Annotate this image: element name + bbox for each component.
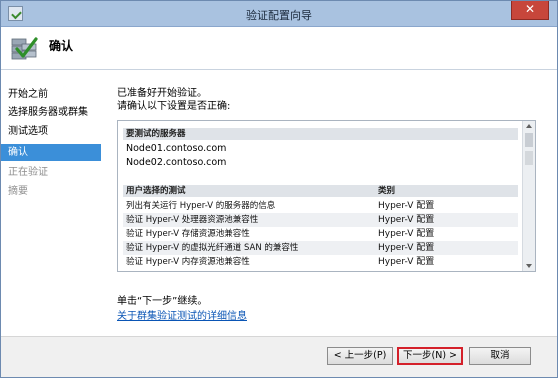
test-category: Hyper-V 配置 <box>378 215 435 225</box>
nav-step-select-servers[interactable]: 选择服务器或群集 <box>1 104 101 121</box>
test-name: 列出有关运行 Hyper-V 的服务器的信息 <box>126 201 276 211</box>
test-name: 验证 Hyper-V 的虚拟光纤通道 SAN 的兼容性 <box>126 243 299 253</box>
test-category: Hyper-V 配置 <box>378 229 435 239</box>
nav-step-summary: 摘要 <box>8 186 28 197</box>
nav-step-testing-options[interactable]: 测试选项 <box>1 123 101 140</box>
scroll-track-segment <box>525 151 533 165</box>
test-category: Hyper-V 配置 <box>378 243 435 253</box>
title-bar: 验证配置向导 ✕ <box>1 1 557 27</box>
page-title: 确认 <box>49 39 74 53</box>
settings-listbox[interactable]: 要测试的服务器 Node01.contoso.com Node02.contos… <box>117 120 536 272</box>
test-category: Hyper-V 配置 <box>378 257 435 267</box>
test-name: 验证 Hyper-V 内存资源池兼容性 <box>126 257 250 267</box>
scroll-thumb[interactable] <box>525 133 533 147</box>
validation-tests-info-link[interactable]: 关于群集验证测试的详细信息 <box>117 307 247 322</box>
nav-step-before-you-begin[interactable]: 开始之前 <box>1 86 101 103</box>
servers-header-label: 要测试的服务器 <box>126 129 186 139</box>
cancel-button[interactable]: 取消 <box>469 347 531 365</box>
test-row: 验证 Hyper-V 的虚拟光纤通道 SAN 的兼容性 Hyper-V 配置 <box>123 241 518 255</box>
validation-wizard-icon <box>11 37 38 60</box>
settings-list-content: 要测试的服务器 Node01.contoso.com Node02.contos… <box>119 122 522 270</box>
continue-instruction: 单击“下一步”继续。 <box>117 296 208 307</box>
confirm-settings-text: 请确认以下设置是否正确: <box>117 101 231 112</box>
test-row: 验证 Hyper-V 内存资源池兼容性 Hyper-V 配置 <box>123 255 518 269</box>
window-title: 验证配置向导 <box>246 9 312 22</box>
next-button[interactable]: 下一步(N) > <box>397 347 463 365</box>
tests-header-label: 用户选择的测试 <box>126 186 186 196</box>
close-button[interactable]: ✕ <box>511 1 549 20</box>
servers-section-header: 要测试的服务器 <box>123 128 518 140</box>
test-category: Hyper-V 配置 <box>378 201 435 211</box>
test-row: 验证 Hyper-V 存储资源池兼容性 Hyper-V 配置 <box>123 227 518 241</box>
category-header-label: 类别 <box>378 186 396 196</box>
tests-section-header: 用户选择的测试 类别 <box>123 185 518 197</box>
test-row: 列出有关运行 Hyper-V 的服务器的信息 Hyper-V 配置 <box>123 199 518 213</box>
nav-step-validating: 正在验证 <box>8 167 48 178</box>
test-row: 验证 Hyper-V 处理器资源池兼容性 Hyper-V 配置 <box>123 213 518 227</box>
scroll-down-arrow-icon[interactable] <box>526 264 532 268</box>
test-name: 验证 Hyper-V 存储资源池兼容性 <box>126 229 250 239</box>
back-button[interactable]: < 上一步(P) <box>327 347 393 365</box>
main-content: 已准备好开始验证。 请确认以下设置是否正确: 要测试的服务器 Node01.co… <box>101 70 557 336</box>
listbox-scrollbar[interactable] <box>522 121 535 271</box>
wizard-header: 确认 <box>1 27 557 69</box>
wizard-window: 验证配置向导 ✕ 确认 开始之前 选择服务器或群集 测试选项 确认 正在验证 摘… <box>0 0 558 378</box>
test-name: 验证 Hyper-V 处理器资源池兼容性 <box>126 215 259 225</box>
wizard-footer: < 上一步(P) 下一步(N) > 取消 <box>1 336 557 377</box>
server-item: Node02.contoso.com <box>126 157 227 168</box>
scroll-up-arrow-icon[interactable] <box>526 124 532 128</box>
wizard-steps-nav: 开始之前 选择服务器或群集 测试选项 确认 正在验证 摘要 <box>1 70 101 336</box>
nav-step-confirmation[interactable]: 确认 <box>1 144 101 161</box>
server-item: Node01.contoso.com <box>126 143 227 154</box>
